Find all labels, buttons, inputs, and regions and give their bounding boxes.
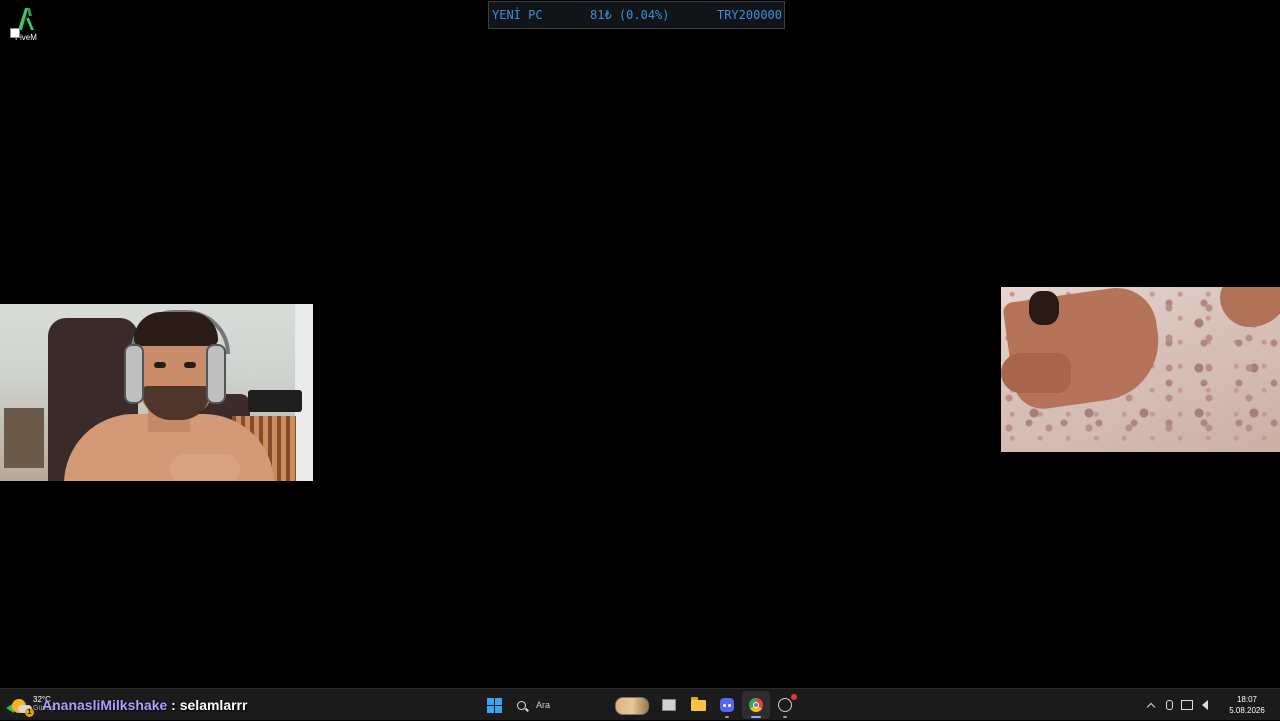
- chat-separator: :: [167, 697, 180, 713]
- discord-icon: [720, 698, 734, 712]
- microphone-icon: [1165, 700, 1173, 710]
- chevron-up-icon: [1146, 702, 1156, 711]
- folder-icon: [690, 696, 706, 711]
- clock[interactable]: 18:07 5.08.2026: [1218, 694, 1276, 716]
- app-button[interactable]: [771, 691, 799, 719]
- desktop-icon-fivem[interactable]: FiveM: [6, 6, 46, 50]
- running-indicator: [783, 716, 787, 718]
- chrome-button[interactable]: [742, 691, 770, 719]
- video-overlay: [1001, 287, 1280, 452]
- taskbar-apps: Ara: [480, 689, 800, 721]
- chat-text: selamlarrr: [179, 697, 248, 713]
- search-placeholder: Ara: [536, 700, 551, 710]
- running-indicator: [725, 716, 729, 718]
- ticker-amount: 81₺ (0.04%): [590, 8, 670, 22]
- active-indicator: [751, 716, 761, 718]
- ticker-goal-target: TRY200000: [716, 8, 782, 22]
- speaker-icon: [1202, 700, 1208, 710]
- donation-ticker: YENİ PC 81₺ (0.04%) TRY200000: [488, 1, 785, 29]
- network-button[interactable]: [1178, 695, 1196, 715]
- volume-button[interactable]: [1196, 695, 1214, 715]
- windows-icon: [487, 697, 502, 713]
- network-icon: [1181, 700, 1193, 710]
- clock-time: 18:07: [1236, 695, 1258, 704]
- clock-date: 5.08.2026: [1229, 706, 1265, 715]
- search-icon: [517, 700, 526, 710]
- start-button[interactable]: [481, 691, 509, 719]
- app-icon: [778, 698, 792, 712]
- task-view-button[interactable]: [655, 691, 683, 719]
- discord-button[interactable]: [713, 691, 741, 719]
- microphone-button[interactable]: [1160, 695, 1178, 715]
- system-tray: 18:07 5.08.2026: [1142, 689, 1280, 721]
- chrome-icon: [749, 698, 763, 712]
- show-hidden-icons-button[interactable]: [1142, 695, 1160, 715]
- search-highlight-icon: [615, 697, 649, 715]
- desktop: FiveM YENİ PC 81₺ (0.04%) TRY200000: [0, 0, 1280, 688]
- search-box[interactable]: Ara: [515, 694, 649, 716]
- notification-dot: [791, 694, 797, 700]
- ticker-goal-name: YENİ PC: [492, 8, 543, 22]
- chat-username: AnanasliMilkshake: [42, 697, 168, 713]
- file-explorer-button[interactable]: [684, 691, 712, 719]
- webcam-overlay: [0, 304, 313, 481]
- shortcut-arrow-icon: [10, 28, 20, 38]
- chat-message-overlay: AnanasliMilkshake : selamlarrr: [42, 697, 247, 713]
- task-view-icon: [662, 699, 676, 711]
